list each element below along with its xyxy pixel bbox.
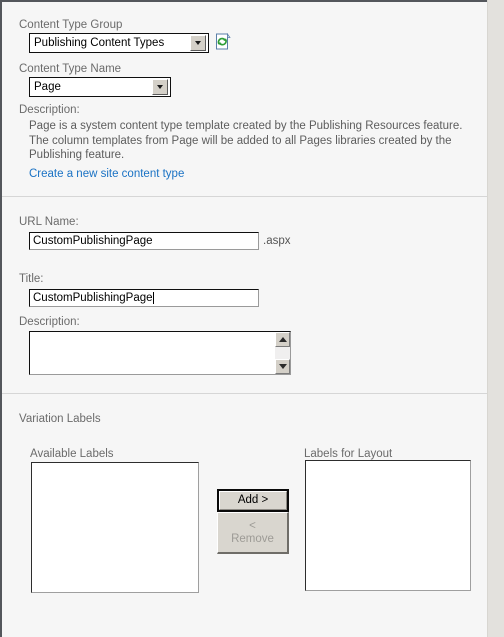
url-name-input-value: CustomPublishingPage	[33, 235, 153, 247]
scroll-down-arrow-icon[interactable]	[275, 359, 290, 374]
remove-label-button-text: Remove	[231, 532, 274, 545]
refresh-page-icon[interactable]	[215, 32, 231, 51]
content-type-group-selected-value: Publishing Content Types	[34, 37, 165, 49]
content-type-description-label: Description:	[19, 104, 80, 116]
chevron-down-icon[interactable]	[152, 79, 168, 95]
url-name-label: URL Name:	[19, 216, 79, 228]
content-type-section: Content Type Group Publishing Content Ty…	[2, 2, 487, 196]
content-type-description-text: Page is a system content type template c…	[29, 120, 463, 161]
available-labels-caption: Available Labels	[30, 448, 114, 460]
content-type-name-selected-value: Page	[34, 81, 61, 93]
add-label-button-text: Add >	[237, 494, 269, 506]
content-type-group-select[interactable]: Publishing Content Types	[29, 33, 209, 53]
page-description-textarea[interactable]	[29, 331, 291, 375]
title-input-value: CustomPublishingPage	[33, 292, 153, 304]
labels-for-layout-listbox[interactable]	[305, 460, 471, 591]
variation-labels-heading: Variation Labels	[19, 413, 101, 425]
content-type-group-label: Content Type Group	[19, 19, 123, 31]
page-right-gutter	[487, 0, 504, 637]
scroll-up-arrow-icon[interactable]	[275, 332, 290, 347]
url-extension-suffix: .aspx	[263, 235, 291, 247]
add-label-button[interactable]: Add >	[217, 489, 289, 512]
form-content-canvas: Content Type Group Publishing Content Ty…	[2, 2, 487, 637]
create-new-site-content-type-link[interactable]: Create a new site content type	[29, 168, 184, 180]
application-window: Content Type Group Publishing Content Ty…	[0, 0, 504, 637]
page-description-label: Description:	[19, 316, 80, 328]
chevron-down-icon[interactable]	[190, 35, 206, 51]
url-name-input[interactable]: CustomPublishingPage	[29, 232, 259, 250]
available-labels-listbox[interactable]	[31, 462, 199, 593]
textarea-scrollbar[interactable]	[275, 332, 290, 374]
title-input[interactable]: CustomPublishingPage	[29, 289, 259, 307]
labels-for-layout-caption: Labels for Layout	[304, 448, 393, 460]
remove-label-button-arrow: <	[249, 519, 256, 532]
content-type-name-select[interactable]: Page	[29, 77, 171, 97]
title-label: Title:	[19, 273, 44, 285]
remove-label-button[interactable]: < Remove	[217, 512, 289, 554]
content-type-name-label: Content Type Name	[19, 63, 122, 75]
text-caret	[152, 292, 154, 304]
